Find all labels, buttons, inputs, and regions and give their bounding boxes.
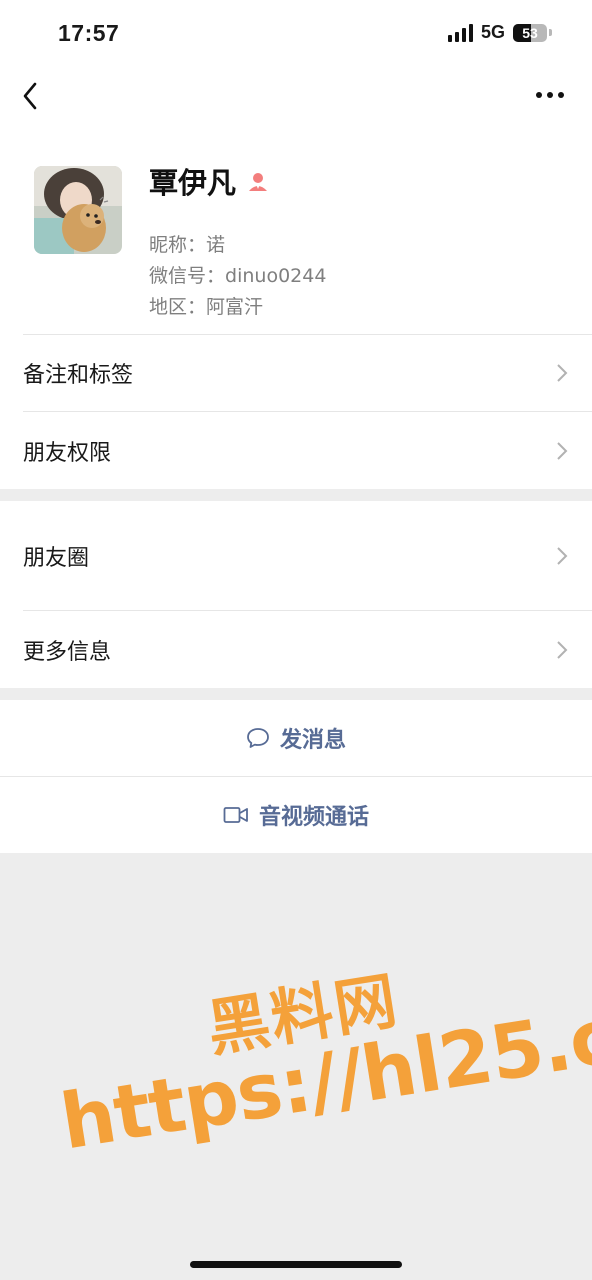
chevron-right-icon (557, 364, 568, 382)
battery-icon: 53 (513, 23, 547, 42)
wechat-id-value[interactable]: dinuo0244 (225, 265, 326, 287)
watermark-url: https://hl25.co (54, 983, 592, 1167)
chevron-left-icon (23, 82, 37, 110)
region-row: 地区：阿富汗 (149, 292, 263, 319)
contact-name: 覃伊凡 (149, 166, 237, 200)
nickname-row: 昵称：诺 (149, 230, 225, 257)
ellipsis-icon (536, 92, 564, 98)
status-bar: 17:57 5G 53 (0, 0, 592, 66)
chevron-right-icon (557, 441, 568, 460)
video-call-label: 音视频通话 (258, 805, 369, 830)
send-message-label: 发消息 (279, 728, 346, 753)
status-icons: 5G 53 (447, 22, 552, 43)
region-value: 阿富汗 (206, 296, 264, 318)
settings-list-1: 备注和标签 朋友权限 (0, 334, 592, 489)
network-label: 5G (480, 22, 505, 42)
profile-header: 覃伊凡 昵称：诺 微信号：dinuo0244 地区：阿富汗 (0, 126, 592, 334)
watermark: 黑料网 https://hl25.co (0, 906, 592, 1216)
settings-list-2: 朋友圈 更多信息 (0, 501, 592, 688)
moments-cell[interactable]: 朋友圈 (0, 501, 592, 610)
nickname-value: 诺 (206, 234, 226, 256)
home-indicator (190, 1261, 402, 1268)
section-gap (0, 688, 592, 700)
chevron-right-icon (557, 640, 568, 659)
avatar[interactable] (34, 166, 122, 254)
top-panel: 17:57 5G 53 覃伊凡 昵称：诺 微信号：dinuo0244 地区：阿富… (0, 0, 592, 334)
chat-bubble-icon (247, 728, 269, 748)
nickname-label: 昵称： (149, 234, 207, 256)
more-info-label: 更多信息 (23, 639, 112, 665)
more-info-cell[interactable]: 更多信息 (0, 611, 592, 688)
female-gender-icon (249, 173, 268, 191)
chevron-right-icon (557, 546, 568, 565)
battery-level: 53 (522, 24, 538, 41)
region-label: 地区： (149, 296, 207, 318)
signal-icon (447, 23, 473, 42)
remark-tags-cell[interactable]: 备注和标签 (0, 335, 592, 411)
status-time: 17:57 (58, 20, 120, 46)
more-options-button[interactable] (530, 84, 570, 106)
video-camera-icon (223, 807, 248, 823)
friend-permissions-label: 朋友权限 (23, 440, 112, 466)
remark-tags-label: 备注和标签 (23, 363, 134, 388)
video-call-button[interactable]: 音视频通话 (0, 777, 592, 853)
battery-cap (549, 29, 552, 36)
avatar-image (34, 166, 122, 254)
navigation-bar (0, 66, 592, 126)
moments-label: 朋友圈 (23, 545, 90, 571)
wechat-id-row: 微信号：dinuo0244 (149, 261, 326, 288)
watermark-title: 黑料网 (202, 963, 404, 1066)
back-button[interactable] (18, 80, 48, 112)
section-gap (0, 489, 592, 501)
send-message-button[interactable]: 发消息 (0, 700, 592, 776)
friend-permissions-cell[interactable]: 朋友权限 (0, 412, 592, 489)
wechat-id-label: 微信号： (149, 265, 226, 287)
name-row: 覃伊凡 (149, 160, 270, 202)
